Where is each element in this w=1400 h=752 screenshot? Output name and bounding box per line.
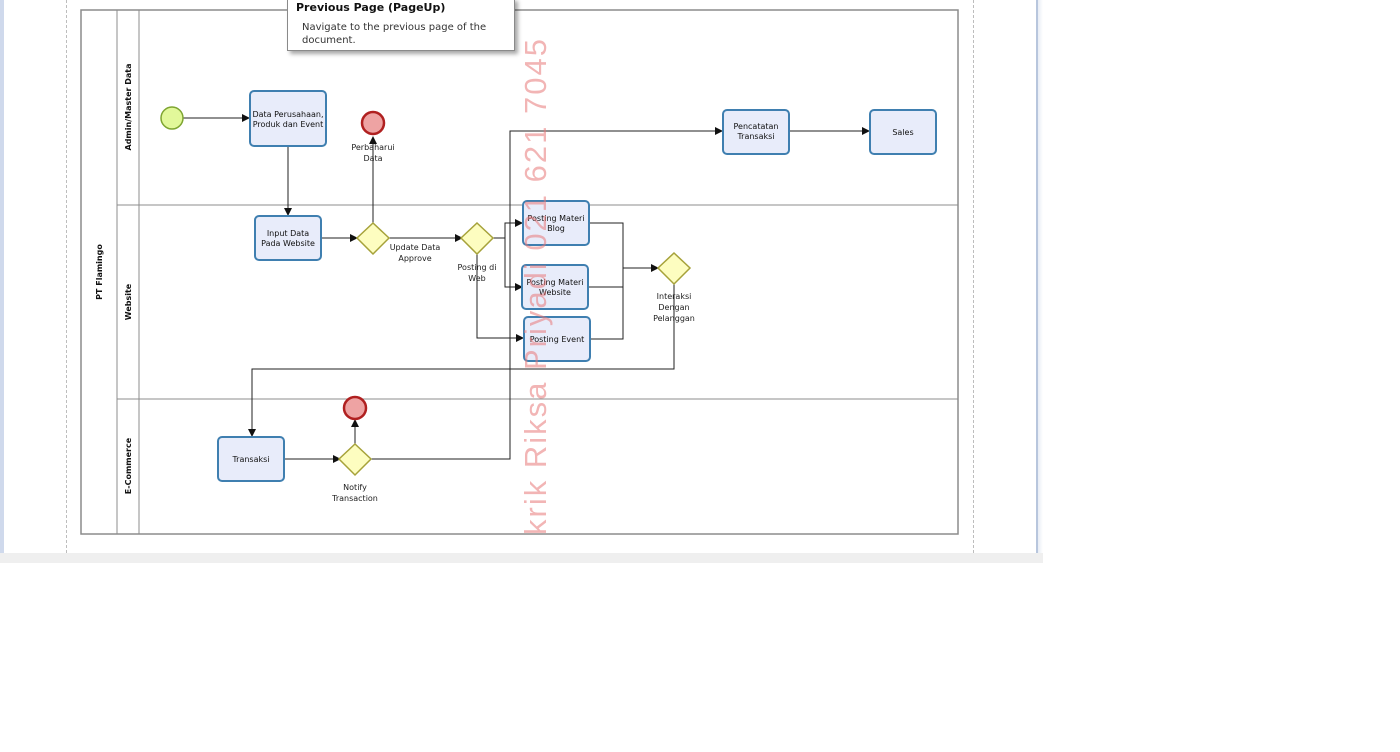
flow-labels: Perbaharui Data Update Data Approve Post…	[331, 143, 695, 503]
lane-label-website: Website	[124, 283, 133, 320]
pool-label: PT Flamingo	[95, 244, 104, 300]
label-interaksi: Dengan	[658, 303, 689, 312]
label-perbaharui: Data	[363, 154, 382, 163]
task-label: Transaksi	[736, 132, 774, 141]
label-interaksi: Pelanggan	[653, 314, 695, 323]
label-update-approve: Approve	[398, 254, 431, 263]
task-label: Input Data	[267, 229, 309, 238]
gateway-interaksi	[656, 251, 692, 286]
task-transaksi: Transaksi	[217, 436, 285, 482]
task-pencatatan-transaksi: Pencatatan Transaksi	[722, 109, 790, 155]
lane-label-ecommerce: E-Commerce	[124, 437, 133, 494]
label-notify: Transaction	[331, 494, 378, 503]
end-event-perbaharui	[360, 110, 386, 136]
gateway-posting-web	[459, 221, 495, 256]
task-input-data: Input Data Pada Website	[254, 215, 322, 261]
label-interaksi: Interaksi	[657, 292, 692, 301]
viewer-bottom-bar	[0, 553, 1043, 563]
label-notify: Notify	[343, 483, 367, 492]
viewer-right-border	[1036, 0, 1043, 553]
tooltip-title: Previous Page (PageUp)	[296, 1, 446, 14]
gateway-notify	[337, 442, 373, 477]
task-label: Pencatatan	[734, 122, 779, 131]
task-label: Data Perusahaan,	[252, 110, 323, 119]
task-data-perusahaan: Data Perusahaan, Produk dan Event	[249, 90, 327, 147]
label-perbaharui: Perbaharui	[351, 143, 394, 152]
label-posting-web: Web	[468, 274, 485, 283]
label-posting-web: Posting di	[458, 263, 497, 272]
task-label: Produk dan Event	[253, 120, 324, 129]
watermark-text: krik Riksa Priyadi 021 621 7045	[518, 37, 553, 535]
task-label: Sales	[892, 128, 913, 137]
start-event	[160, 106, 184, 130]
document-viewer: PT Flamingo Admin/Master Data Website E-…	[0, 0, 1043, 553]
task-sales: Sales	[869, 109, 937, 155]
task-label: Pada Website	[261, 239, 315, 248]
tooltip-description: Navigate to the previous page of the doc…	[302, 22, 487, 46]
gateway-update-approve	[355, 221, 391, 256]
end-event-notify	[342, 395, 368, 421]
label-update-approve: Update Data	[390, 243, 441, 252]
lane-label-admin: Admin/Master Data	[124, 64, 133, 151]
tooltip-previous-page: Previous Page (PageUp) Navigate to the p…	[287, 0, 515, 51]
task-label: Transaksi	[231, 455, 269, 464]
